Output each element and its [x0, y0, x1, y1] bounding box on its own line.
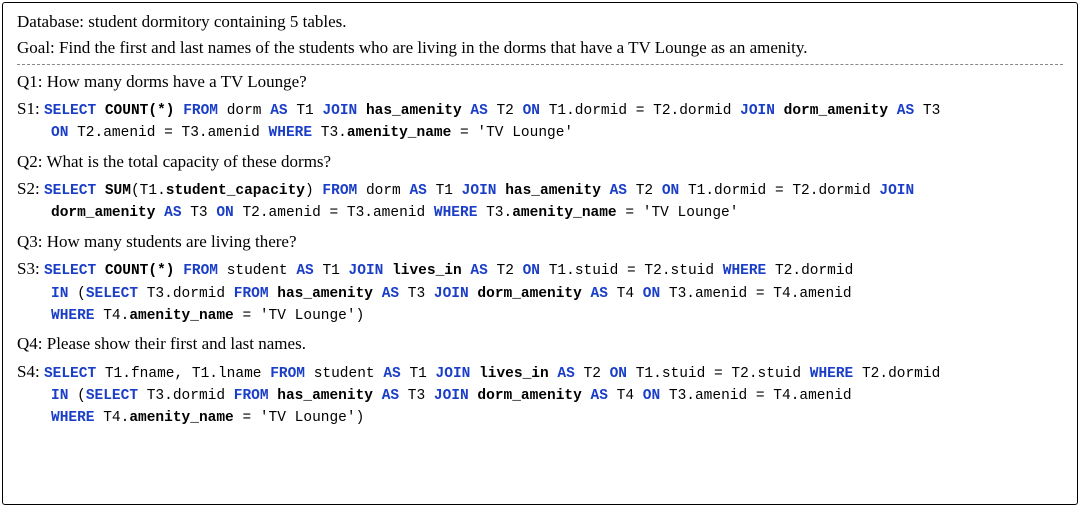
qa-block-2: Q2: What is the total capacity of these … — [17, 151, 1063, 225]
sql-continuation: dorm_amenity AS T3 ON T2.amenid = T3.ame… — [17, 202, 1063, 224]
goal-line: Goal: Find the first and last names of t… — [17, 37, 1063, 60]
question-3: Q3: How many students are living there? — [17, 231, 1063, 253]
sql-3: S3: SELECT COUNT(*) FROM student AS T1 J… — [17, 256, 1063, 327]
sql-label-3: S3: — [17, 259, 44, 278]
divider — [17, 64, 1063, 65]
question-1: Q1: How many dorms have a TV Lounge? — [17, 71, 1063, 93]
sql-4: S4: SELECT T1.fname, T1.lname FROM stude… — [17, 359, 1063, 430]
sql-continuation: IN (SELECT T3.dormid FROM has_amenity AS… — [17, 385, 1063, 407]
qa-block-4: Q4: Please show their first and last nam… — [17, 333, 1063, 430]
question-2: Q2: What is the total capacity of these … — [17, 151, 1063, 173]
sql-continuation: IN (SELECT T3.dormid FROM has_amenity AS… — [17, 283, 1063, 305]
sql-continuation: ON T2.amenid = T3.amenid WHERE T3.amenit… — [17, 122, 1063, 144]
qa-container: Q1: How many dorms have a TV Lounge? S1: … — [17, 71, 1063, 430]
sql-label-2: S2: — [17, 179, 44, 198]
database-line: Database: student dormitory containing 5… — [17, 11, 1063, 34]
question-4: Q4: Please show their first and last nam… — [17, 333, 1063, 355]
sql-2: S2: SELECT SUM(T1.student_capacity) FROM… — [17, 176, 1063, 225]
sql-continuation: WHERE T4.amenity_name = 'TV Lounge') — [17, 305, 1063, 327]
sql-label-4: S4: — [17, 362, 44, 381]
sql-1: S1: SELECT COUNT(*) FROM dorm AS T1 JOIN… — [17, 96, 1063, 145]
sql-continuation: WHERE T4.amenity_name = 'TV Lounge') — [17, 407, 1063, 429]
qa-block-3: Q3: How many students are living there? S… — [17, 231, 1063, 328]
qa-block-1: Q1: How many dorms have a TV Lounge? S1: … — [17, 71, 1063, 145]
example-box: Database: student dormitory containing 5… — [2, 2, 1078, 505]
sql-label-1: S1: — [17, 99, 44, 118]
